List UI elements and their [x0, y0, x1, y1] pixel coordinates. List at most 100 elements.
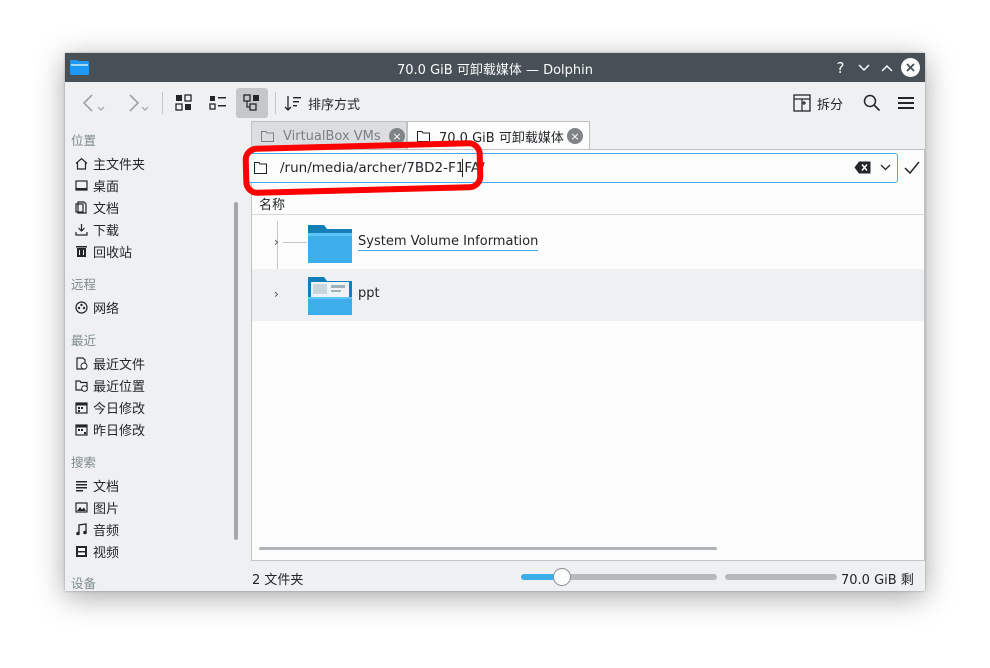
list-item[interactable]: › System Volume Information	[252, 217, 924, 269]
sort-by-button[interactable]: 排序方式	[284, 88, 374, 118]
search-icon	[863, 94, 881, 112]
column-header-name[interactable]: 名称	[259, 194, 285, 213]
places-item-label: 文档	[93, 479, 120, 495]
title-bar: 70.0 GiB 可卸载媒体 — Dolphin ?	[65, 53, 925, 82]
home-icon	[74, 156, 88, 170]
trash-icon	[74, 244, 88, 258]
free-space-bar	[725, 574, 837, 580]
dolphin-window: 70.0 GiB 可卸载媒体 — Dolphin ? 排序方式 拆分 位置 主文…	[65, 53, 925, 591]
folder-icon	[308, 225, 352, 263]
maximize-button[interactable]	[877, 58, 896, 77]
recent-location-icon	[74, 378, 88, 392]
places-item-desktop[interactable]: 桌面	[74, 175, 119, 195]
places-scrollbar[interactable]	[234, 202, 238, 540]
places-item-label: 桌面	[93, 179, 120, 195]
folder-small-icon	[417, 130, 430, 142]
places-item-label: 最近文件	[93, 357, 146, 373]
places-item-modified-yesterday[interactable]: 昨日修改	[74, 419, 145, 439]
document-icon	[74, 200, 88, 214]
folder-preview-icon	[308, 277, 352, 315]
places-item-label: 网络	[93, 301, 120, 317]
places-item-label: 主文件夹	[93, 157, 146, 173]
places-item-label: 最近位置	[93, 379, 146, 395]
expand-arrow-icon[interactable]: ›	[274, 287, 279, 301]
help-icon: ?	[836, 58, 845, 77]
tab-label: VirtualBox VMs	[283, 128, 381, 144]
back-button[interactable]	[73, 88, 113, 118]
sort-by-label: 排序方式	[308, 97, 361, 113]
close-tab-icon[interactable]: ×	[567, 128, 583, 144]
places-item-documents[interactable]: 文档	[74, 197, 119, 217]
places-item-recent-files[interactable]: 最近文件	[74, 353, 145, 373]
places-item-label: 今日修改	[93, 401, 146, 417]
places-item-network[interactable]: 网络	[74, 297, 119, 317]
split-view-icon	[793, 94, 811, 112]
split-button[interactable]: 拆分	[793, 88, 849, 118]
details-view-icon	[243, 94, 259, 111]
minimize-button[interactable]	[854, 58, 873, 77]
checkmark-icon	[904, 161, 920, 175]
clear-text-icon[interactable]	[854, 161, 871, 174]
status-bar: 2 文件夹 70.0 GiB 剩余	[65, 561, 925, 591]
places-item-downloads[interactable]: 下载	[74, 219, 119, 239]
places-item-label: 回收站	[93, 245, 133, 261]
places-item-recent-locations[interactable]: 最近位置	[74, 375, 145, 395]
item-name: System Volume Information	[358, 234, 539, 251]
places-item-trash[interactable]: 回收站	[74, 241, 132, 261]
split-label: 拆分	[817, 97, 844, 113]
sort-icon	[284, 96, 301, 111]
image-icon	[74, 500, 88, 514]
icons-view-button[interactable]	[169, 88, 199, 118]
compact-view-icon	[209, 96, 226, 110]
chevron-down-icon[interactable]	[880, 161, 891, 174]
accept-location-button[interactable]	[901, 157, 923, 179]
hamburger-menu-icon	[898, 97, 914, 109]
expand-arrow-icon[interactable]: ›	[274, 235, 279, 249]
chevron-up-icon	[880, 64, 893, 72]
places-item-modified-today[interactable]: 今日修改	[74, 397, 145, 417]
places-item-search-audio[interactable]: 音频	[74, 519, 119, 539]
places-item-label: 文档	[93, 201, 120, 217]
status-summary: 2 文件夹	[252, 573, 304, 588]
music-icon	[74, 522, 88, 536]
red-highlight-annotation	[242, 139, 484, 197]
free-space-label: 70.0 GiB 剩余	[841, 573, 914, 588]
recent-file-icon	[74, 356, 88, 370]
main-toolbar: 排序方式 拆分	[65, 82, 925, 122]
places-item-search-images[interactable]: 图片	[74, 497, 119, 517]
places-section-header: 位置	[71, 133, 97, 148]
calendar-icon	[74, 400, 88, 414]
zoom-slider-handle[interactable]	[553, 568, 572, 586]
zoom-slider[interactable]	[521, 568, 717, 586]
recent-section-header: 最近	[71, 333, 97, 348]
grid-view-icon	[175, 94, 192, 111]
places-item-home[interactable]: 主文件夹	[74, 153, 145, 173]
places-item-label: 下载	[93, 223, 120, 239]
close-icon	[906, 63, 915, 72]
calendar-icon	[74, 422, 88, 436]
menu-button[interactable]	[892, 88, 920, 118]
forward-button[interactable]	[117, 88, 157, 118]
video-icon	[74, 544, 88, 558]
chevron-left-icon	[82, 94, 105, 112]
network-icon	[74, 300, 88, 314]
help-button[interactable]: ?	[831, 58, 850, 77]
search-button[interactable]	[858, 88, 886, 118]
window-title: 70.0 GiB 可卸载媒体 — Dolphin	[397, 63, 593, 78]
search-section-header: 搜索	[71, 455, 97, 470]
places-item-search-videos[interactable]: 视频	[74, 541, 119, 561]
horizontal-scrollbar[interactable]	[259, 547, 717, 550]
chevron-down-icon	[857, 63, 870, 71]
places-item-label: 图片	[93, 501, 120, 517]
details-view-button[interactable]	[236, 88, 268, 118]
places-item-search-documents[interactable]: 文档	[74, 475, 119, 495]
places-item-label: 音频	[93, 523, 120, 539]
close-button[interactable]	[901, 58, 920, 77]
list-item[interactable]: › ppt	[252, 269, 924, 321]
remote-section-header: 远程	[71, 277, 97, 292]
toolbar-separator	[162, 92, 163, 114]
compact-view-button[interactable]	[203, 88, 233, 118]
places-item-label: 昨日修改	[93, 423, 146, 439]
download-icon	[74, 222, 88, 236]
text-icon	[74, 478, 88, 492]
